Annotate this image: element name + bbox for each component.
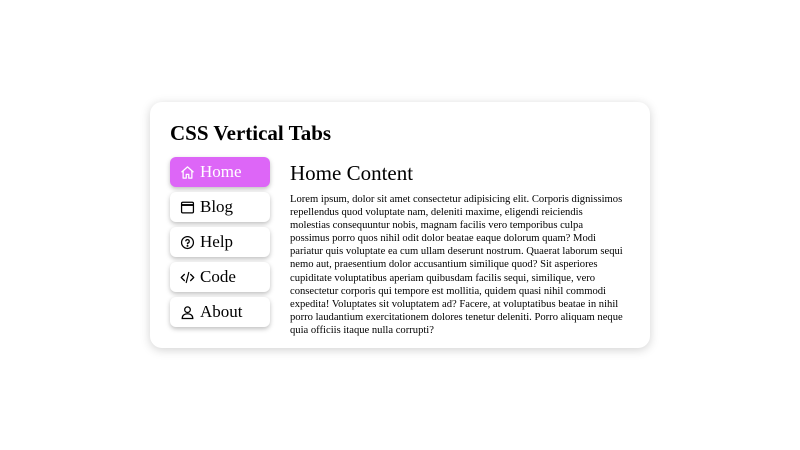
tab-label: About [200,302,243,321]
content-title: Home Content [290,161,414,185]
tab-label: Blog [200,197,234,216]
tab-home[interactable]: Home [170,157,270,187]
tab-label: Help [200,232,234,251]
tab-help[interactable]: Help [170,227,270,257]
tab-label: Code [200,267,236,286]
home-icon [180,165,195,180]
tab-about[interactable]: About [170,297,270,327]
window-icon [180,200,195,215]
content-body: Lorem ipsum, dolor sit amet consectetur … [290,194,623,336]
help-circle-icon [180,235,195,250]
tab-content-panel: Home Content Lorem ipsum, dolor sit amet… [290,160,625,337]
code-icon [180,270,195,285]
tabs-card: CSS Vertical Tabs Home Blog Help Code Ab… [150,102,650,348]
page-title: CSS Vertical Tabs [170,121,332,145]
user-icon [180,305,195,320]
vertical-tabs: Home Blog Help Code About [170,157,270,332]
tab-code[interactable]: Code [170,262,270,292]
tab-label: Home [200,162,242,181]
tab-blog[interactable]: Blog [170,192,270,222]
